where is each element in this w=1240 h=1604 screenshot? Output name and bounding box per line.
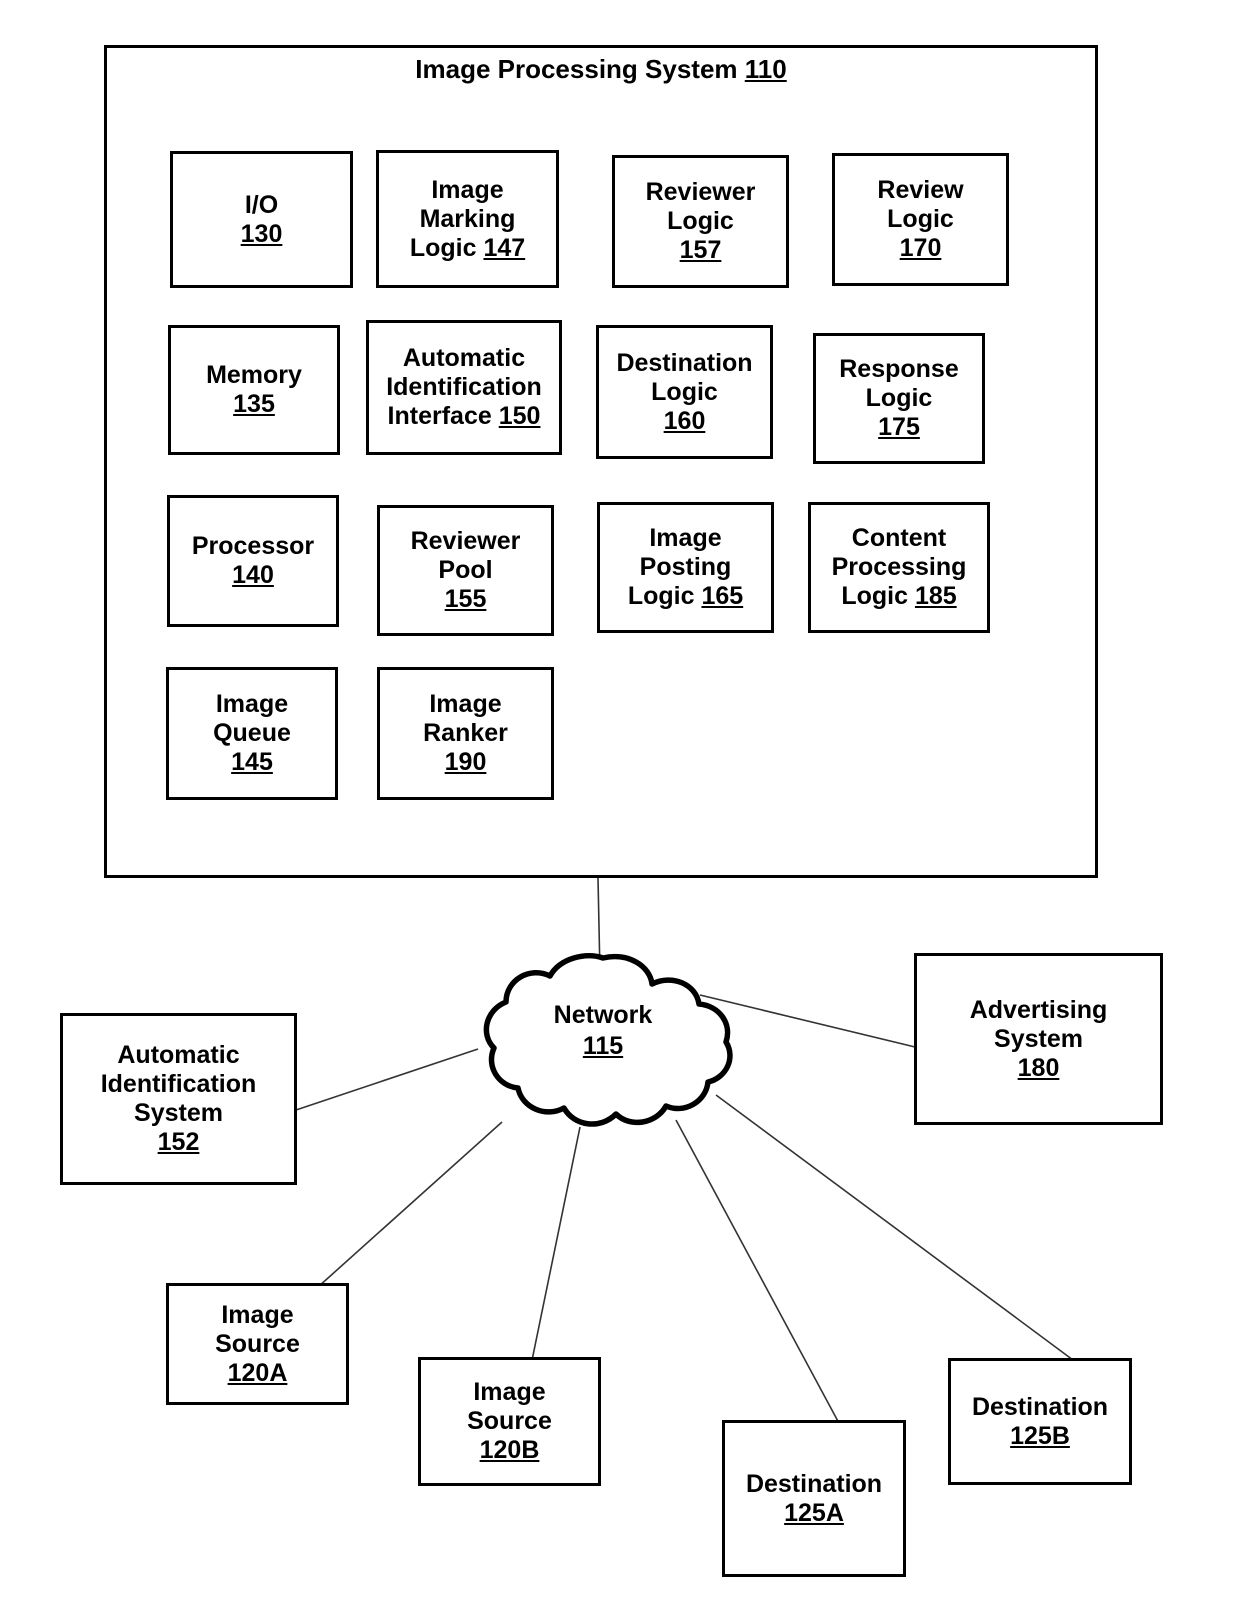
node-image-marking-logic[interactable]: Image Marking Logic 147 (376, 150, 559, 288)
node-image-ranker-line-0: Image (429, 690, 502, 718)
link-autoid-to-network (295, 1048, 479, 1111)
node-processor-ref: 140 (232, 561, 274, 589)
node-processor[interactable]: Processor 140 (167, 495, 339, 627)
node-automatic-identification-interface[interactable]: Automatic Identification Interface 150 (366, 320, 562, 455)
node-review-logic-line-1: Logic (887, 205, 954, 233)
node-image-posting-logic-inline-prefix: Logic (627, 582, 695, 610)
node-io-line-0: I/O (244, 190, 279, 219)
link-source-b-to-network (529, 1126, 581, 1371)
node-image-posting-logic-ref: 165 (701, 582, 744, 610)
node-automatic-identification-system-line-2: System (134, 1099, 223, 1127)
node-automatic-identification-system-line-1: Identification (100, 1070, 257, 1098)
link-destination-b-to-network (715, 1094, 1074, 1361)
node-content-processing-logic[interactable]: Content Processing Logic 185 (808, 502, 990, 633)
node-review-logic-line-0: Review (877, 176, 964, 204)
patent-figure: Image Processing System 110 I/O 130 Imag… (0, 0, 1240, 1604)
node-image-marking-logic-line-0: Image (431, 175, 504, 204)
node-automatic-identification-interface-line-0: Automatic (402, 344, 526, 372)
node-reviewer-pool-line-0: Reviewer (410, 527, 521, 555)
network-label-text: Network (553, 1001, 653, 1029)
node-reviewer-logic-line-1: Logic (667, 207, 734, 235)
node-image-ranker-ref: 190 (444, 748, 487, 776)
node-reviewer-pool-ref: 155 (444, 585, 487, 613)
node-advertising-system-line-0: Advertising (969, 995, 1108, 1024)
node-image-posting-logic[interactable]: Image Posting Logic 165 (597, 502, 774, 633)
node-destination-a[interactable]: Destination 125A (722, 1420, 906, 1577)
node-automatic-identification-system-ref: 152 (157, 1128, 200, 1156)
node-image-ranker-line-1: Ranker (423, 719, 508, 747)
node-image-queue-line-1: Queue (213, 719, 291, 747)
node-content-processing-logic-line-0: Content (851, 524, 947, 552)
network-label: Network 115 (468, 1000, 738, 1063)
node-image-source-b-ref: 120B (479, 1436, 540, 1464)
node-reviewer-pool-line-1: Pool (438, 556, 493, 584)
node-image-source-a-line-1: Source (215, 1329, 300, 1358)
node-io-ref: 130 (240, 219, 283, 248)
node-content-processing-logic-line-2: Logic 185 (841, 582, 956, 611)
node-destination-logic[interactable]: Destination Logic 160 (596, 325, 773, 459)
node-reviewer-logic[interactable]: Reviewer Logic 157 (612, 155, 789, 288)
node-content-processing-logic-ref: 185 (914, 582, 957, 610)
node-automatic-identification-interface-inline-prefix: Interface (387, 402, 492, 430)
node-automatic-identification-interface-line-2: Interface 150 (388, 402, 541, 431)
node-image-queue[interactable]: Image Queue 145 (166, 667, 338, 800)
node-image-source-b-line-1: Source (467, 1407, 552, 1435)
node-advertising-system[interactable]: Advertising System 180 (914, 953, 1163, 1125)
node-image-source-b[interactable]: Image Source 120B (418, 1357, 601, 1486)
node-automatic-identification-interface-ref: 150 (498, 402, 541, 430)
node-image-posting-logic-line-2: Logic 165 (628, 582, 743, 611)
node-review-logic[interactable]: Review Logic 170 (832, 153, 1009, 286)
node-destination-b[interactable]: Destination 125B (948, 1358, 1132, 1485)
node-content-processing-logic-inline-prefix: Logic (841, 582, 908, 610)
link-source-a-to-network (317, 1121, 503, 1288)
node-image-source-a-line-0: Image (221, 1300, 294, 1329)
node-image-posting-logic-line-1: Posting (639, 553, 732, 581)
node-destination-logic-line-0: Destination (616, 348, 753, 377)
node-image-source-b-line-0: Image (473, 1378, 546, 1406)
node-automatic-identification-interface-line-1: Identification (386, 373, 542, 401)
node-reviewer-logic-ref: 157 (679, 236, 722, 264)
page-title: Image Processing System 110 (104, 54, 1098, 85)
network-ref: 115 (582, 1032, 624, 1061)
node-memory-ref: 135 (233, 390, 275, 418)
node-reviewer-pool[interactable]: Reviewer Pool 155 (377, 505, 554, 636)
node-review-logic-ref: 170 (899, 234, 942, 262)
node-advertising-system-line-1: System (994, 1024, 1083, 1053)
node-destination-a-line-0: Destination (745, 1469, 883, 1498)
node-image-posting-logic-line-0: Image (649, 524, 722, 552)
node-destination-b-line-0: Destination (971, 1392, 1109, 1421)
node-destination-logic-ref: 160 (663, 406, 706, 435)
node-image-marking-logic-inline-prefix: Logic (409, 233, 477, 262)
node-destination-a-ref: 125A (784, 1498, 844, 1527)
node-response-logic-line-1: Logic (865, 384, 933, 412)
node-image-source-a[interactable]: Image Source 120A (166, 1283, 349, 1405)
node-processor-line-0: Processor (191, 532, 315, 560)
node-destination-logic-line-1: Logic (651, 377, 718, 406)
node-response-logic[interactable]: Response Logic 175 (813, 333, 985, 464)
node-image-source-a-ref: 120A (227, 1358, 288, 1387)
node-image-marking-logic-ref: 147 (483, 233, 526, 262)
node-content-processing-logic-line-1: Processing (831, 553, 967, 581)
node-automatic-identification-system[interactable]: Automatic Identification System 152 (60, 1013, 297, 1185)
node-io[interactable]: I/O 130 (170, 151, 353, 288)
node-response-logic-line-0: Response (839, 355, 959, 383)
node-image-queue-line-0: Image (215, 690, 289, 718)
system-title-ref: 110 (744, 54, 787, 84)
node-memory[interactable]: Memory 135 (168, 325, 340, 455)
node-image-marking-logic-line-1: Marking (419, 204, 516, 233)
node-response-logic-ref: 175 (878, 413, 920, 441)
node-image-queue-ref: 145 (231, 748, 273, 776)
node-automatic-identification-system-line-0: Automatic (117, 1041, 240, 1069)
node-image-ranker[interactable]: Image Ranker 190 (377, 667, 554, 800)
node-memory-line-0: Memory (206, 361, 302, 389)
node-reviewer-logic-line-0: Reviewer (645, 178, 756, 206)
node-image-marking-logic-line-2: Logic 147 (410, 234, 525, 263)
node-advertising-system-ref: 180 (1017, 1053, 1060, 1082)
node-destination-b-ref: 125B (1010, 1421, 1070, 1450)
link-destination-a-to-network (675, 1119, 841, 1426)
system-title-label: Image Processing System (415, 54, 738, 84)
